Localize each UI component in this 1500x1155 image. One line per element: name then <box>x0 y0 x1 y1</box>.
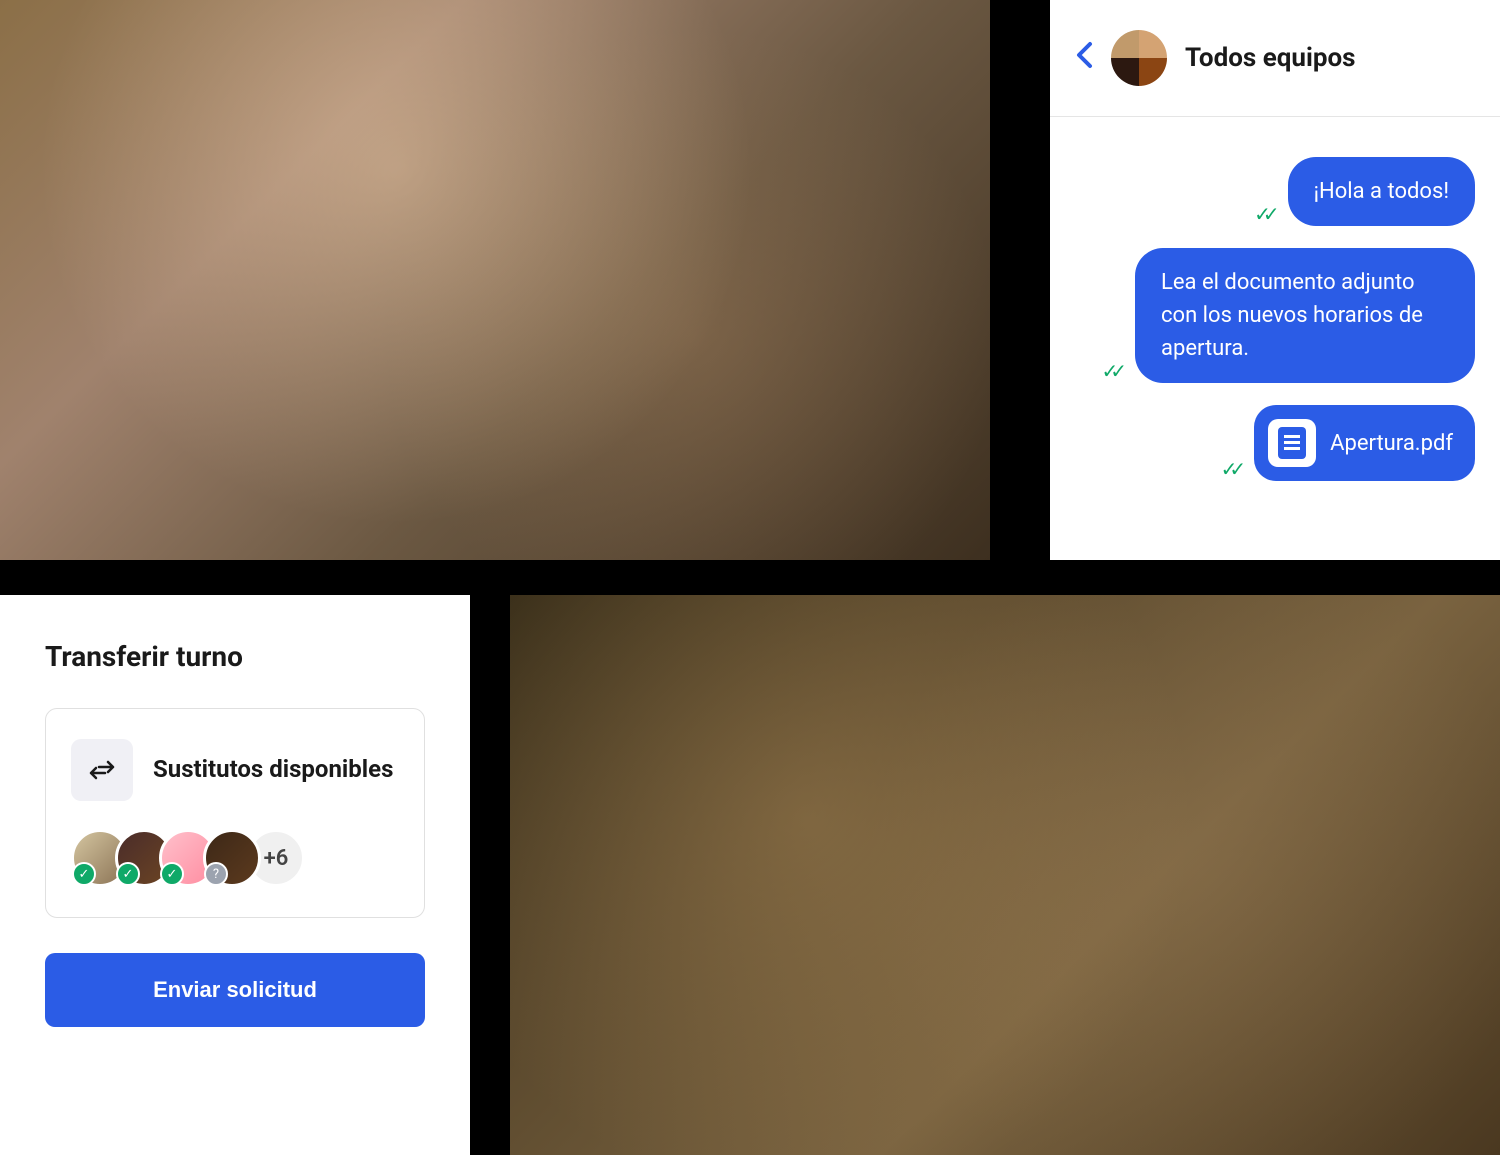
chat-title: Todos equipos <box>1185 43 1356 73</box>
team-avatar[interactable] <box>1111 30 1167 86</box>
check-badge-icon: ✓ <box>116 862 140 886</box>
message-row: ✓✓ ¡Hola a todos! <box>1254 157 1475 226</box>
avatar-row: ✓ ✓ ✓ ? +6 <box>71 829 399 887</box>
attachment-filename: Apertura.pdf <box>1330 431 1453 456</box>
checkout-photo <box>510 595 1500 1155</box>
substitutes-card: Sustitutos disponibles ✓ ✓ ✓ ? +6 <box>45 708 425 918</box>
substitutes-label: Sustitutos disponibles <box>153 754 393 785</box>
chat-panel: Todos equipos ✓✓ ¡Hola a todos! ✓✓ Lea e… <box>1050 0 1500 560</box>
message-bubble[interactable]: ¡Hola a todos! <box>1288 157 1475 226</box>
chat-messages: ✓✓ ¡Hola a todos! ✓✓ Lea el documento ad… <box>1050 117 1500 506</box>
send-request-button[interactable]: Enviar solicitud <box>45 953 425 1027</box>
document-icon <box>1268 419 1316 467</box>
transfer-shift-panel: Transferir turno Sustitutos disponibles … <box>0 595 470 1155</box>
swap-icon <box>71 739 133 801</box>
message-row: ✓✓ Lea el documento adjunto con los nuev… <box>1101 248 1475 383</box>
message-row: ✓✓ Apertura.pdf <box>1221 405 1475 481</box>
chat-header: Todos equipos <box>1050 0 1500 117</box>
read-receipt-icon: ✓✓ <box>1221 457 1239 481</box>
check-badge-icon: ✓ <box>72 862 96 886</box>
back-arrow-icon[interactable] <box>1075 41 1093 76</box>
read-receipt-icon: ✓✓ <box>1101 359 1119 383</box>
substitute-avatar[interactable]: ? <box>203 829 261 887</box>
attachment-bubble[interactable]: Apertura.pdf <box>1254 405 1475 481</box>
cafe-photo <box>0 0 990 560</box>
message-bubble[interactable]: Lea el documento adjunto con los nuevos … <box>1135 248 1475 383</box>
substitutes-header: Sustitutos disponibles <box>71 739 399 801</box>
question-badge-icon: ? <box>204 862 228 886</box>
transfer-title: Transferir turno <box>45 640 425 673</box>
check-badge-icon: ✓ <box>160 862 184 886</box>
read-receipt-icon: ✓✓ <box>1254 202 1272 226</box>
